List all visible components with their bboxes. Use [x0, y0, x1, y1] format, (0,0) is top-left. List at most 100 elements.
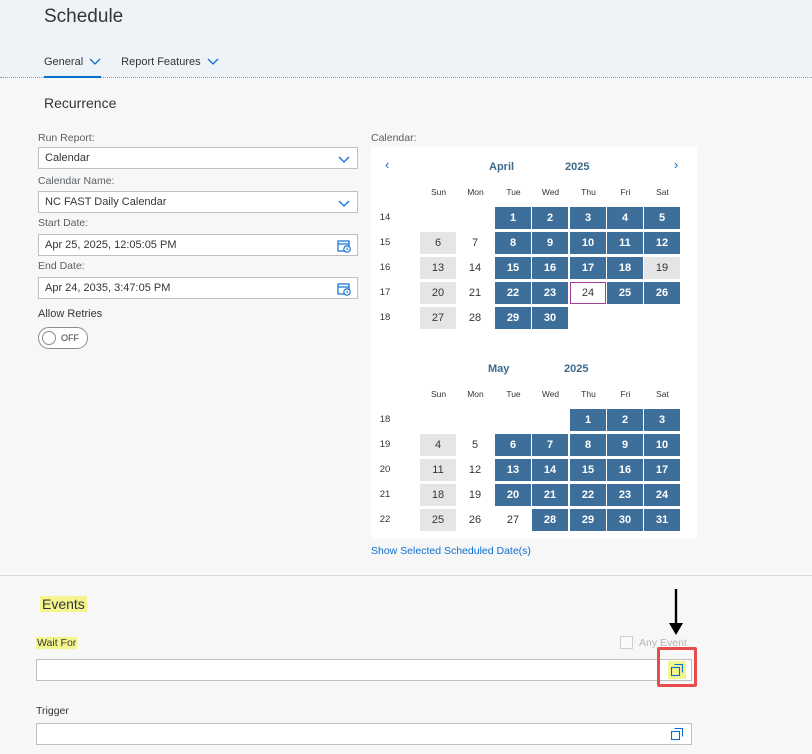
calendar-day[interactable]: 5	[457, 434, 493, 456]
calendar-day[interactable]: 14	[457, 257, 493, 279]
calendar-day[interactable]: 22	[495, 282, 531, 304]
calendar-day[interactable]: 1	[495, 207, 531, 229]
calendar-day[interactable]: 11	[607, 232, 643, 254]
toggle-knob	[42, 331, 56, 345]
chevron-down-icon	[207, 58, 219, 65]
calendar-day[interactable]: 22	[570, 484, 606, 506]
calendar-day[interactable]: 9	[532, 232, 568, 254]
calendar-name-select[interactable]: NC FAST Daily Calendar	[38, 191, 358, 213]
calendar-day[interactable]: 7	[457, 232, 493, 254]
calendar-day[interactable]: 26	[457, 509, 493, 531]
calendar-day[interactable]: 4	[420, 434, 456, 456]
calendar-day[interactable]: 30	[607, 509, 643, 531]
calendar-day[interactable]: 6	[420, 232, 456, 254]
calendar-day[interactable]: 2	[532, 207, 568, 229]
end-date-field[interactable]: Apr 24, 2035, 3:47:05 PM	[38, 277, 358, 299]
calendar-day[interactable]: 3	[644, 409, 680, 431]
calendar-day[interactable]: 24	[644, 484, 680, 506]
calendar-day[interactable]: 8	[495, 232, 531, 254]
page-title: Schedule	[44, 6, 124, 27]
calendar-day[interactable]: 17	[570, 257, 606, 279]
calendar-day[interactable]: 31	[644, 509, 680, 531]
calendar-day[interactable]: 13	[420, 257, 456, 279]
calendar-day[interactable]: 2	[607, 409, 643, 431]
calendar-day[interactable]: 12	[457, 459, 493, 481]
tab-general[interactable]: General	[44, 52, 102, 78]
calendar-day[interactable]: 16	[607, 459, 643, 481]
prev-month-button[interactable]: ‹	[385, 157, 389, 172]
calendar-day[interactable]: 23	[532, 282, 568, 304]
weekday-header: Sat	[656, 187, 669, 197]
calendar-day[interactable]: 21	[532, 484, 568, 506]
show-scheduled-dates-link[interactable]: Show Selected Scheduled Date(s)	[371, 545, 531, 557]
calendar-day[interactable]: 6	[495, 434, 531, 456]
run-report-select[interactable]: Calendar	[38, 147, 358, 169]
year-name[interactable]: 2025	[564, 363, 588, 375]
calendar-day[interactable]: 28	[457, 307, 493, 329]
calendar-day[interactable]: 7	[532, 434, 568, 456]
weekday-header: Thu	[581, 187, 596, 197]
month-name[interactable]: May	[488, 363, 509, 375]
calendar-day[interactable]: 1	[570, 409, 606, 431]
calendar-day[interactable]: 4	[607, 207, 643, 229]
calendar-day[interactable]: 29	[495, 307, 531, 329]
calendar-day[interactable]: 15	[570, 459, 606, 481]
start-date-field[interactable]: Apr 25, 2025, 12:05:05 PM	[38, 234, 358, 256]
month-name[interactable]: April	[489, 161, 514, 173]
calendar-day[interactable]: 20	[420, 282, 456, 304]
chevron-down-icon	[338, 156, 350, 163]
next-month-button[interactable]: ›	[674, 157, 678, 172]
weekday-header: Wed	[541, 187, 560, 197]
calendar-day[interactable]: 28	[532, 509, 568, 531]
weekday-header: Sat	[656, 389, 669, 399]
year-name[interactable]: 2025	[565, 161, 589, 173]
calendar-day[interactable]: 23	[607, 484, 643, 506]
calendar-day[interactable]: 29	[570, 509, 606, 531]
calendar-day[interactable]: 19	[644, 257, 680, 279]
trigger-input[interactable]	[36, 723, 692, 745]
date-time-icon[interactable]	[337, 282, 351, 296]
calendar-day[interactable]: 18	[607, 257, 643, 279]
calendar-day[interactable]: 14	[532, 459, 568, 481]
tab-report-features[interactable]: Report Features	[121, 52, 219, 72]
calendar-day[interactable]: 17	[644, 459, 680, 481]
calendar-day[interactable]: 19	[457, 484, 493, 506]
week-number: 20	[379, 464, 391, 475]
weekday-header: Sun	[430, 389, 447, 399]
tab-general-label: General	[44, 56, 84, 68]
tab-report-features-label: Report Features	[121, 56, 201, 68]
end-date-value: Apr 24, 2035, 3:47:05 PM	[45, 282, 171, 294]
calendar-day[interactable]: 13	[495, 459, 531, 481]
calendar-day[interactable]: 16	[532, 257, 568, 279]
week-number: 19	[379, 439, 391, 450]
value-help-icon	[670, 663, 684, 677]
date-time-icon[interactable]	[337, 239, 351, 253]
events-title: Events	[40, 596, 87, 612]
calendar-day[interactable]: 15	[495, 257, 531, 279]
calendar-day[interactable]: 18	[420, 484, 456, 506]
wait-for-input[interactable]	[36, 659, 692, 681]
wait-for-value-help-icon[interactable]	[668, 661, 686, 679]
chevron-down-icon	[89, 58, 101, 65]
calendar-day[interactable]: 25	[420, 509, 456, 531]
calendar-day[interactable]: 12	[644, 232, 680, 254]
trigger-value-help-icon[interactable]	[668, 725, 686, 743]
calendar-day[interactable]: 11	[420, 459, 456, 481]
any-event-checkbox[interactable]	[620, 636, 633, 649]
calendar-day[interactable]: 5	[644, 207, 680, 229]
calendar-day[interactable]: 9	[607, 434, 643, 456]
calendar-day[interactable]: 27	[420, 307, 456, 329]
recurrence-section: Recurrence Run Report: Calendar Calendar…	[0, 79, 812, 576]
calendar-day[interactable]: 24	[570, 282, 606, 304]
calendar-day[interactable]: 30	[532, 307, 568, 329]
calendar-day[interactable]: 26	[644, 282, 680, 304]
calendar-day[interactable]: 10	[644, 434, 680, 456]
calendar-day[interactable]: 10	[570, 232, 606, 254]
calendar-day[interactable]: 25	[607, 282, 643, 304]
calendar-day[interactable]: 21	[457, 282, 493, 304]
calendar-day[interactable]: 27	[495, 509, 531, 531]
calendar-day[interactable]: 3	[570, 207, 606, 229]
allow-retries-toggle[interactable]: OFF	[38, 327, 88, 349]
calendar-day[interactable]: 8	[570, 434, 606, 456]
calendar-day[interactable]: 20	[495, 484, 531, 506]
